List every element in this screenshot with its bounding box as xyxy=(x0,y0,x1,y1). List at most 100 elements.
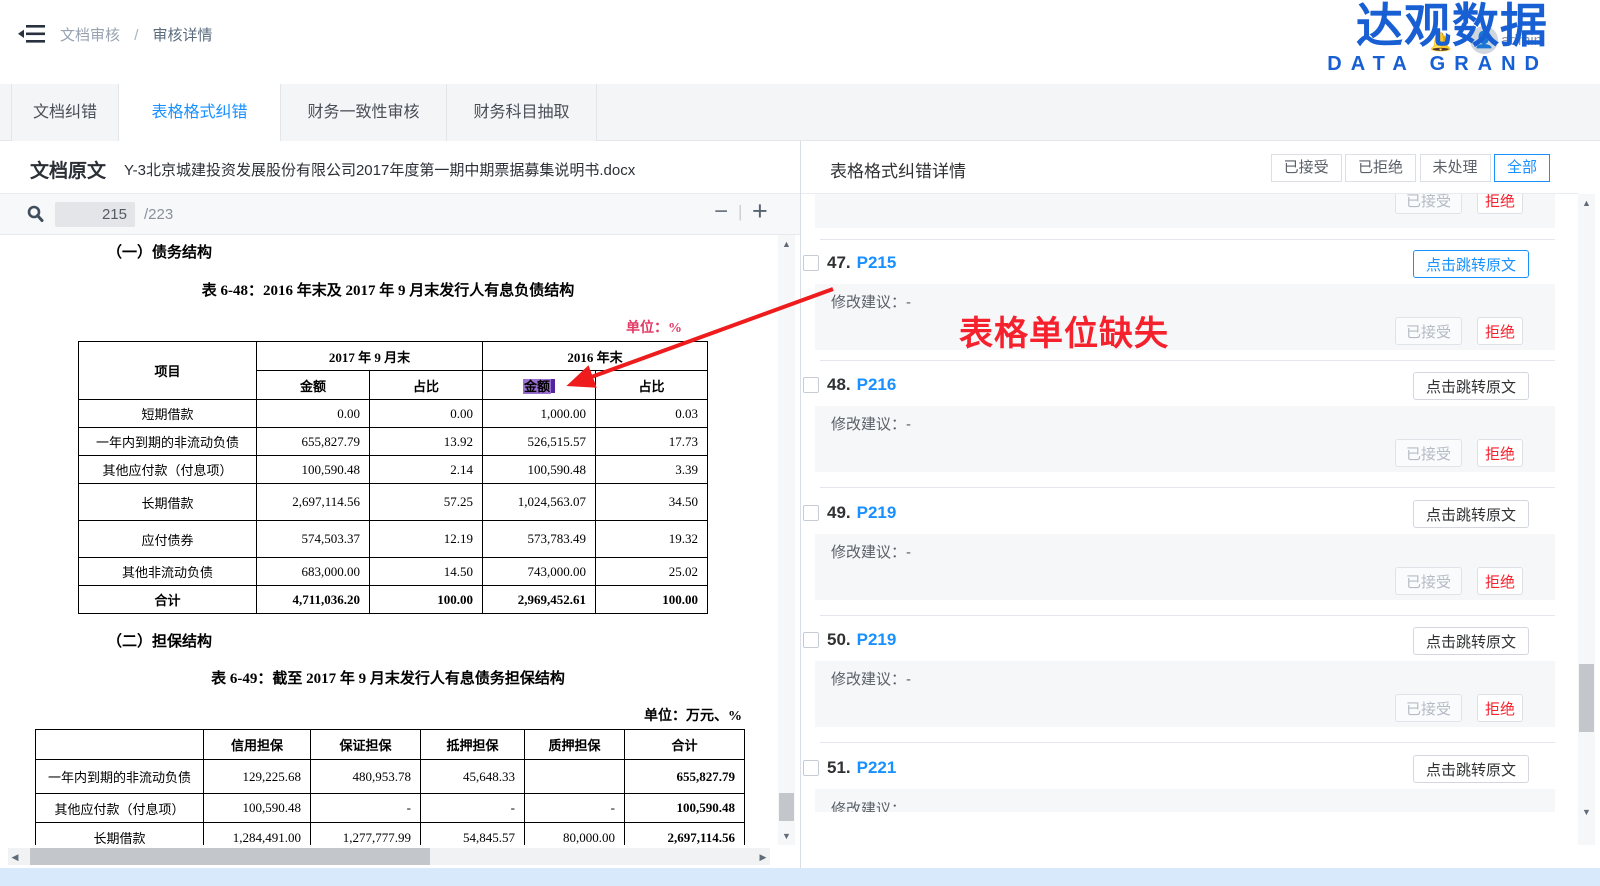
issue-page-link[interactable]: P219 xyxy=(857,503,897,522)
table1-colgroup-2016: 2016 年末 xyxy=(482,341,709,371)
status-filter-group: 已接受 已拒绝 未处理 全部 xyxy=(1270,154,1550,182)
table2-caption: 表 6-49：截至 2017 年 9 月末发行人有息债务担保结构 xyxy=(211,671,565,687)
accepted-button[interactable]: 已接受 xyxy=(1395,694,1462,722)
issue-number: 50. P219 xyxy=(827,630,897,649)
doc-horizontal-scrollbar[interactable]: ◀ ▶ xyxy=(8,848,770,865)
table-row: 其他应付款（付息项） 100,590.48 2.14 100,590.48 3.39 xyxy=(78,455,709,484)
issue-checkbox[interactable] xyxy=(803,377,819,393)
jump-to-source-button[interactable]: 点击跳转原文 xyxy=(1412,500,1529,528)
item-divider xyxy=(820,239,1555,240)
reject-button[interactable]: 拒绝 xyxy=(1477,194,1523,214)
doc-hscroll-thumb[interactable] xyxy=(30,848,430,865)
table-row: 长期借款 1,284,491.00 1,277,777.99 54,845.57 80,… xyxy=(35,822,745,845)
issue-item-body: 修改建议：- 已接受 拒绝 xyxy=(815,284,1555,350)
filter-all[interactable]: 全部 xyxy=(1493,154,1550,182)
issues-list: 已接受 拒绝 47. P215 点击跳转原文 修改建议：- 已接受 拒绝 表格单位… xyxy=(801,194,1578,812)
table1-colgroup-2017: 2017 年 9 月末 xyxy=(255,341,484,371)
issue-checkbox[interactable] xyxy=(803,255,819,271)
suggestion: 修改建议： xyxy=(831,801,907,812)
issue-checkbox[interactable] xyxy=(803,632,819,648)
issue-item-header: 48. P216 点击跳转原文 xyxy=(801,372,1555,400)
zoom-out-button[interactable]: − xyxy=(714,198,728,226)
breadcrumb-section[interactable]: 文档审核 xyxy=(60,27,120,44)
logo-cn: 达观数据 xyxy=(1356,0,1548,52)
tab-action-bar: 文档纠错 表格格式纠错 财务一致性审核 财务科目抽取 全选 批量接受 批量拒绝 … xyxy=(0,84,1600,213)
jump-to-source-button[interactable]: 点击跳转原文 xyxy=(1412,627,1529,655)
issue-item-body: 修改建议： xyxy=(815,789,1555,812)
tab-financial-subject-extract[interactable]: 财务科目抽取 xyxy=(447,84,597,141)
page-total: /223 xyxy=(144,206,174,223)
accepted-button[interactable]: 已接受 xyxy=(1395,439,1462,467)
issue-number: 51. P221 xyxy=(827,758,897,777)
doc-heading-1: （一）债务结构 xyxy=(107,245,213,261)
issue-item-body: 修改建议：- 已接受 拒绝 xyxy=(815,534,1555,600)
filter-rejected[interactable]: 已拒绝 xyxy=(1345,154,1417,182)
document-viewer[interactable]: （一）债务结构 表 6-48：2016 年末及 2017 年 9 月末发行人有息… xyxy=(8,235,778,845)
issue-page-link[interactable]: P221 xyxy=(857,758,897,777)
scroll-down-icon[interactable]: ▼ xyxy=(778,831,795,841)
issues-vscroll-thumb[interactable] xyxy=(1579,664,1594,732)
issue-item-body: 修改建议：- 已接受 拒绝 xyxy=(815,406,1555,472)
reject-button[interactable]: 拒绝 xyxy=(1477,567,1523,595)
doc-toolbar: /223 − | + xyxy=(0,194,800,235)
table-row: 一年内到期的非流动负债 129,225.68 480,953.78 45,648.33… xyxy=(35,759,745,794)
guarantee-structure-table: 信用担保 保证担保 抵押担保 质押担保 合计 一年内到期的非流动负债 129,22… xyxy=(35,729,745,845)
doc-vertical-scrollbar[interactable]: ▲ ▼ xyxy=(778,235,795,845)
top-header: 文档审核 / 审核详情 🔔 👤 admin 达观数据 DATA GRAND xyxy=(0,0,1600,84)
tab-financial-consistency[interactable]: 财务一致性审核 xyxy=(281,84,447,141)
issue-page-link[interactable]: P216 xyxy=(857,375,897,394)
table-row: 长期借款 2,697,114.56 57.25 1,024,563.07 34.50 xyxy=(78,483,709,521)
menu-fold-icon[interactable] xyxy=(18,22,46,46)
reject-button[interactable]: 拒绝 xyxy=(1477,694,1523,722)
issue-item-header: 47. P215 点击跳转原文 xyxy=(801,250,1555,278)
page-bottom-strip xyxy=(0,868,1600,886)
tab-doc-correction[interactable]: 文档纠错 xyxy=(11,84,119,141)
doc-heading-2: （二）担保结构 xyxy=(107,634,213,650)
table-row: 其他应付款（付息项） 100,590.48- - -100,590.48 xyxy=(35,793,745,823)
search-icon[interactable] xyxy=(26,205,44,223)
jump-to-source-button[interactable]: 点击跳转原文 xyxy=(1412,755,1529,783)
doc-panel-title: 文档原文 xyxy=(30,161,107,182)
issues-vertical-scrollbar[interactable]: ▲ ▼ xyxy=(1578,194,1595,845)
suggestion: 修改建议：- xyxy=(831,671,912,688)
jump-to-source-button[interactable]: 点击跳转原文 xyxy=(1412,250,1529,278)
issue-page-link[interactable]: P219 xyxy=(857,630,897,649)
doc-filename: Y-3北京城建投资发展股份有限公司2017年度第一期中期票据募集说明书.docx xyxy=(124,162,636,179)
table1-unit: 单位：% xyxy=(626,321,682,336)
issue-item-body: 修改建议：- 已接受 拒绝 xyxy=(815,661,1555,727)
issue-checkbox[interactable] xyxy=(803,505,819,521)
issue-page-link[interactable]: P215 xyxy=(857,253,897,272)
table2-unit: 单位：万元、% xyxy=(644,709,742,724)
item-divider xyxy=(820,742,1555,743)
brand-logo: 达观数据 DATA GRAND xyxy=(1327,0,1548,76)
reject-button[interactable]: 拒绝 xyxy=(1477,317,1523,345)
issue-checkbox[interactable] xyxy=(803,760,819,776)
filter-accepted[interactable]: 已接受 xyxy=(1270,154,1342,182)
doc-panel-header: 文档原文 Y-3北京城建投资发展股份有限公司2017年度第一期中期票据募集说明书… xyxy=(0,141,800,194)
accepted-button[interactable]: 已接受 xyxy=(1395,194,1462,214)
reject-button[interactable]: 拒绝 xyxy=(1477,439,1523,467)
scroll-down-icon[interactable]: ▼ xyxy=(1578,807,1595,817)
filter-pending[interactable]: 未处理 xyxy=(1419,154,1491,182)
debt-structure-table: 项目 2017 年 9 月末 2016 年末 金额 占比 金额 占比 短期借款 0… xyxy=(78,341,709,614)
doc-vscroll-thumb[interactable] xyxy=(779,793,794,821)
zoom-in-button[interactable]: + xyxy=(752,196,768,227)
scroll-up-icon[interactable]: ▲ xyxy=(778,239,795,249)
scroll-right-icon[interactable]: ▶ xyxy=(756,852,770,863)
scroll-up-icon[interactable]: ▲ xyxy=(1578,198,1595,208)
table1-corner: 项目 xyxy=(78,341,257,400)
page-number-input[interactable] xyxy=(55,202,135,227)
suggestion: 修改建议：- xyxy=(831,294,912,311)
issue-number: 47. P215 xyxy=(827,253,897,272)
issue-item-header: 49. P219 点击跳转原文 xyxy=(801,500,1555,528)
accepted-button[interactable]: 已接受 xyxy=(1395,567,1462,595)
zoom-divider: | xyxy=(738,202,743,221)
issue-item-header: 51. P221 点击跳转原文 xyxy=(801,755,1555,783)
tab-table-format-correction[interactable]: 表格格式纠错 xyxy=(119,84,281,141)
scroll-left-icon[interactable]: ◀ xyxy=(8,852,22,863)
table-row: 应付债券 574,503.37 12.19 573,783.49 19.32 xyxy=(78,520,709,558)
annotation-table-unit-missing: 表格单位缺失 xyxy=(959,315,1169,353)
accepted-button[interactable]: 已接受 xyxy=(1395,317,1462,345)
jump-to-source-button[interactable]: 点击跳转原文 xyxy=(1412,372,1529,400)
table1-caption: 表 6-48：2016 年末及 2017 年 9 月末发行人有息负债结构 xyxy=(201,283,575,299)
